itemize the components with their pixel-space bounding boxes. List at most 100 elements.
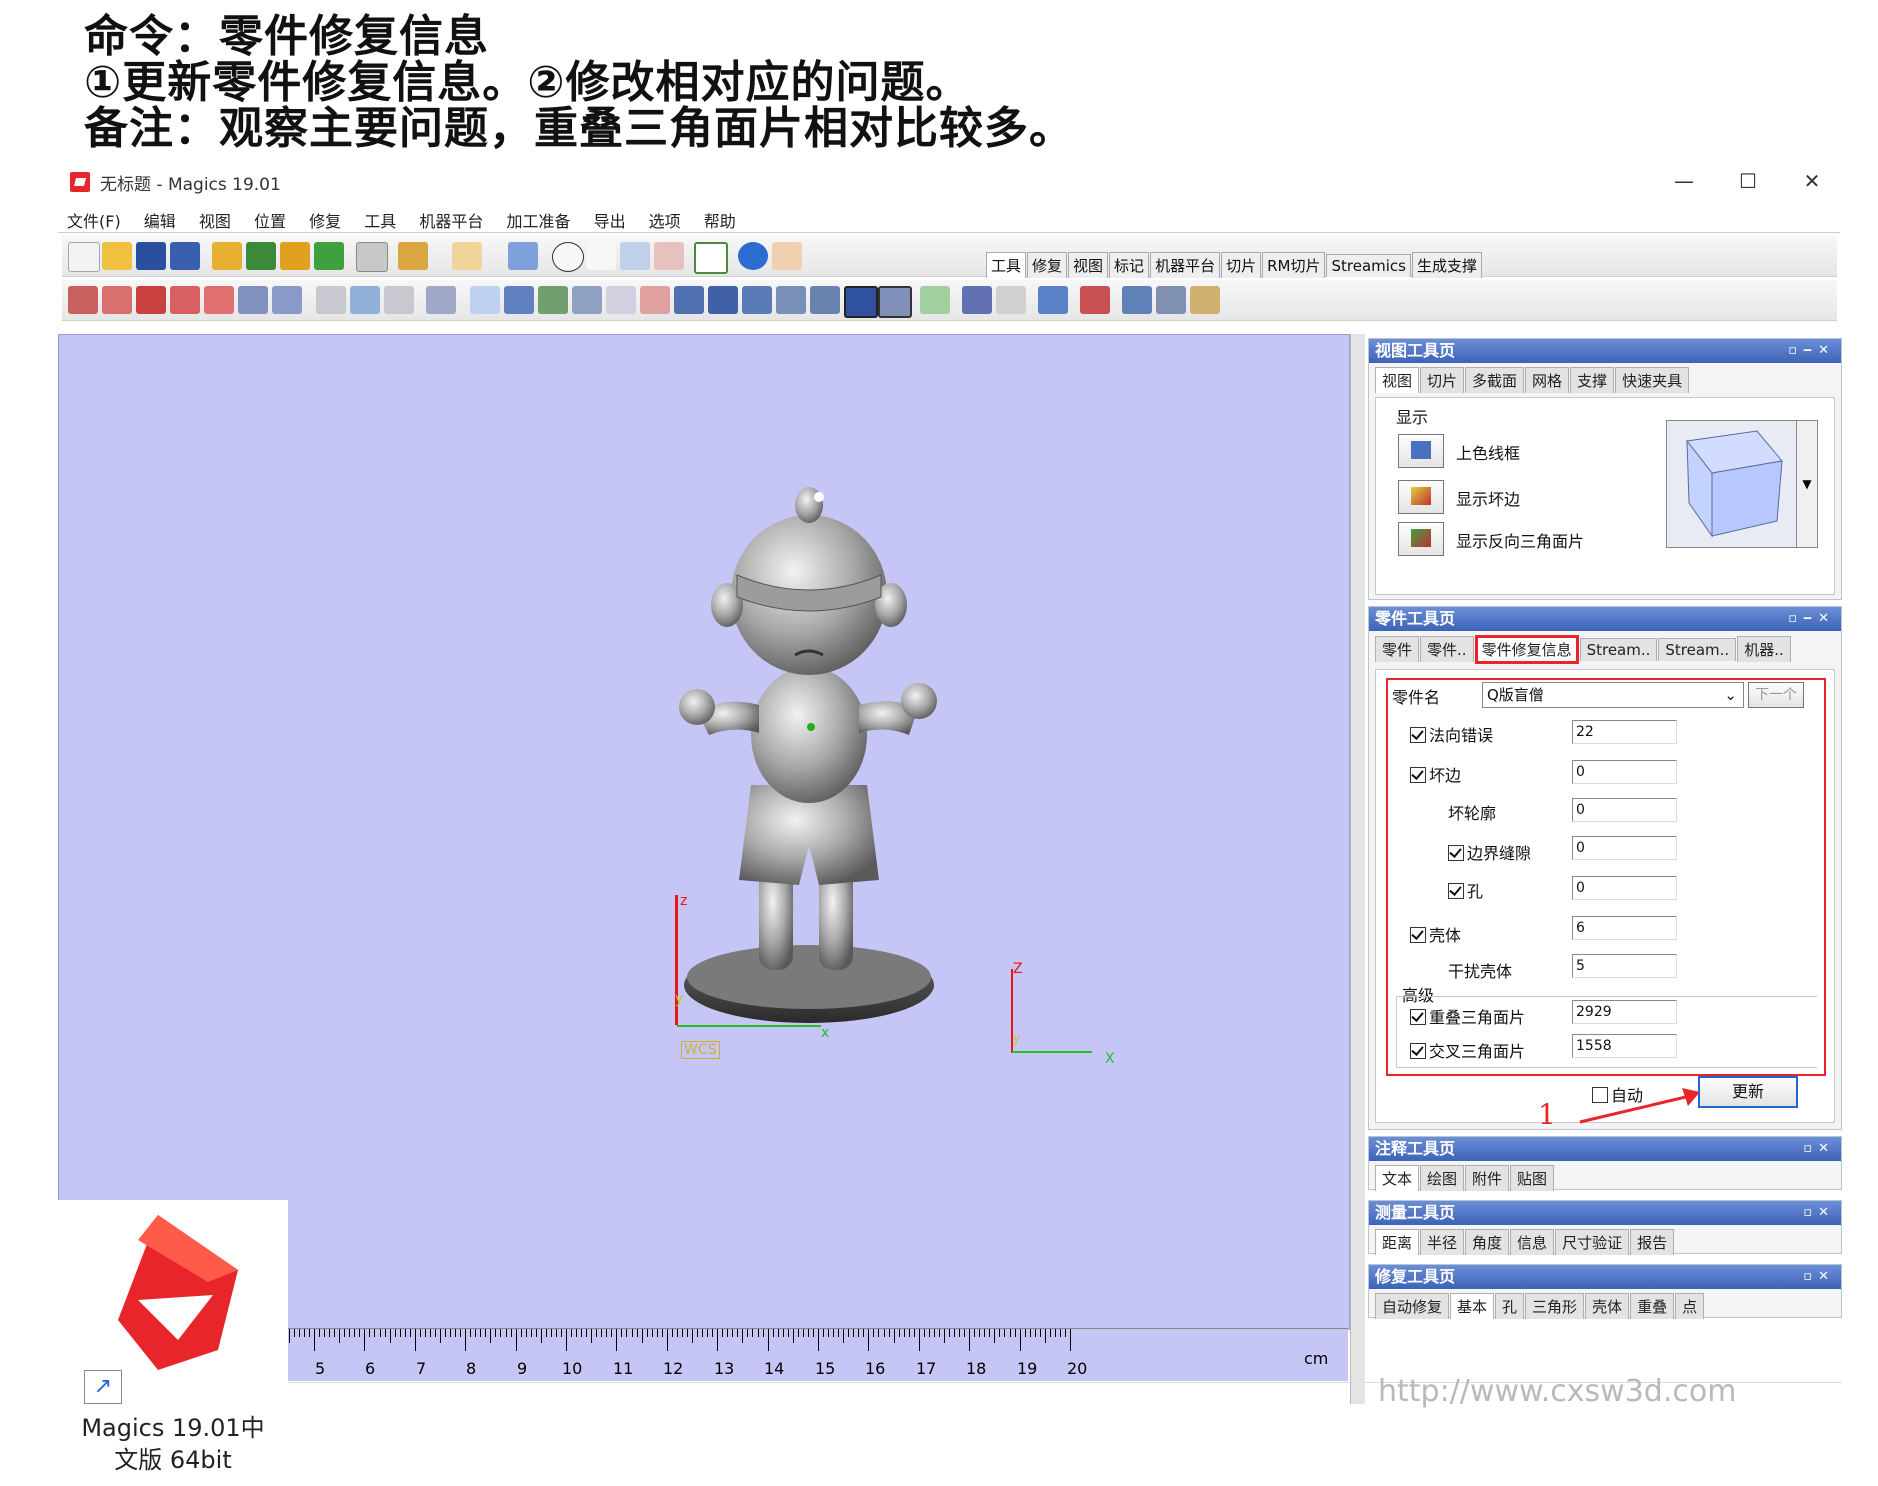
print-icon[interactable] (356, 242, 388, 272)
normal-errors-checkbox[interactable] (1410, 727, 1426, 743)
section-icon[interactable] (776, 286, 806, 314)
open-folder-icon[interactable] (102, 242, 132, 270)
ribbon-tab-tools[interactable]: 工具 (986, 252, 1027, 278)
array-icon[interactable] (272, 286, 302, 314)
mirror-icon[interactable] (204, 286, 234, 314)
tab-part-2[interactable]: 零件.. (1420, 636, 1474, 662)
minimize-button[interactable]: — (1662, 166, 1706, 196)
holes-row[interactable]: 孔 (1448, 878, 1483, 902)
tab-dimension-check[interactable]: 尺寸验证 (1555, 1229, 1630, 1255)
tab-triangles[interactable]: 三角形 (1525, 1293, 1585, 1319)
cube-top-icon[interactable] (742, 286, 772, 314)
magic-select-icon[interactable] (470, 286, 500, 314)
pan-icon[interactable] (586, 242, 616, 270)
ribbon-tab-support[interactable]: 生成支撑 (1411, 252, 1482, 278)
label-icon[interactable] (538, 286, 568, 314)
layers-icon[interactable] (1156, 286, 1186, 314)
tab-distance[interactable]: 距离 (1375, 1229, 1420, 1255)
ribbon-tab-view[interactable]: 视图 (1068, 252, 1109, 278)
move-icon[interactable] (102, 286, 132, 314)
holes-checkbox[interactable] (1448, 883, 1464, 899)
tab-info[interactable]: 信息 (1510, 1229, 1555, 1255)
mesh-compare-icon[interactable] (920, 286, 950, 314)
3d-viewport[interactable]: z x y WCS Z X y (58, 334, 1350, 1330)
menu-options[interactable]: 选项 (640, 202, 690, 232)
shaded-wireframe-button[interactable] (1398, 434, 1444, 468)
cube-front-icon[interactable] (674, 286, 704, 314)
paste-icon[interactable] (384, 286, 414, 314)
overlapping-triangles-checkbox[interactable] (1410, 1009, 1426, 1025)
tab-part[interactable]: 零件 (1375, 636, 1420, 662)
tab-slice[interactable]: 切片 (1420, 367, 1465, 393)
tab-quick-fixture[interactable]: 快速夹具 (1615, 367, 1690, 393)
scale-icon[interactable] (170, 286, 200, 314)
ribbon-tab-fix[interactable]: 修复 (1027, 252, 1068, 278)
ribbon-tab-mark[interactable]: 标记 (1109, 252, 1150, 278)
hollow-icon[interactable] (606, 286, 636, 314)
tab-auto-fix[interactable]: 自动修复 (1375, 1293, 1450, 1319)
update-button[interactable]: 更新 (1698, 1076, 1798, 1108)
panel-controls-icon[interactable]: ▫✕ (1803, 1201, 1835, 1225)
tab-streamics-1[interactable]: Stream.. (1579, 638, 1658, 661)
tab-support[interactable]: 支撑 (1570, 367, 1615, 393)
tab-points[interactable]: 点 (1675, 1293, 1705, 1319)
close-button[interactable]: ✕ (1790, 166, 1834, 196)
save-as-icon[interactable] (170, 242, 200, 270)
tab-streamics-2[interactable]: Stream.. (1658, 638, 1737, 661)
part-name-select[interactable]: Q版盲僧 ⌄ (1482, 682, 1744, 708)
rotate-view-icon[interactable] (552, 242, 584, 272)
border-gaps-checkbox[interactable] (1448, 845, 1464, 861)
menu-build-prep[interactable]: 加工准备 (497, 202, 579, 232)
text-part-icon[interactable] (504, 286, 534, 314)
save-part-as-icon[interactable] (280, 242, 310, 270)
bad-edges-checkbox[interactable] (1410, 767, 1426, 783)
undo-icon[interactable] (398, 242, 428, 270)
panel-controls-icon[interactable]: ▫‒✕ (1788, 607, 1835, 631)
unload-part-icon[interactable] (314, 242, 344, 270)
settings-icon[interactable] (1122, 286, 1152, 314)
intersecting-triangles-checkbox[interactable] (1410, 1043, 1426, 1059)
tab-radius[interactable]: 半径 (1420, 1229, 1465, 1255)
tab-overlap[interactable]: 重叠 (1630, 1293, 1675, 1319)
tab-view[interactable]: 视图 (1375, 367, 1420, 393)
menu-export[interactable]: 导出 (585, 202, 635, 232)
save-part-icon[interactable] (246, 242, 276, 270)
next-part-button[interactable]: 下一个 (1748, 682, 1804, 708)
plane-icon[interactable] (810, 286, 840, 314)
boolean-icon[interactable] (640, 286, 670, 314)
menu-view[interactable]: 视图 (190, 202, 240, 232)
redo-icon[interactable] (452, 242, 482, 270)
tab-machine[interactable]: 机器.. (1737, 636, 1791, 662)
part-model-figure[interactable] (659, 485, 959, 1045)
normal-errors-row[interactable]: 法向错误 (1410, 722, 1493, 746)
shells-row[interactable]: 壳体 (1410, 922, 1461, 946)
wireframe-view-icon[interactable] (878, 286, 912, 318)
panel-controls-icon[interactable]: ▫‒✕ (1788, 339, 1835, 363)
tab-angle[interactable]: 角度 (1465, 1229, 1510, 1255)
rotate-part-icon[interactable] (136, 286, 166, 314)
measure-icon[interactable] (962, 286, 992, 314)
shaded-view-icon[interactable] (844, 286, 878, 318)
show-inverted-triangles-button[interactable] (1398, 522, 1444, 556)
menu-tools[interactable]: 工具 (355, 202, 405, 232)
tab-part-fix-info[interactable]: 零件修复信息 (1474, 635, 1579, 664)
assistant-icon[interactable] (772, 242, 802, 270)
part-info-icon[interactable] (1038, 286, 1068, 314)
duplicate-icon[interactable] (238, 286, 268, 314)
tab-holes[interactable]: 孔 (1495, 1293, 1525, 1319)
maximize-button[interactable]: ☐ (1726, 166, 1770, 196)
menu-help[interactable]: 帮助 (695, 202, 745, 232)
overlapping-triangles-row[interactable]: 重叠三角面片 (1410, 1004, 1525, 1028)
tab-attachment[interactable]: 附件 (1465, 1165, 1510, 1191)
copy-icon[interactable] (350, 286, 380, 314)
new-file-icon[interactable] (68, 242, 100, 272)
tab-basic[interactable]: 基本 (1450, 1293, 1495, 1319)
shells-checkbox[interactable] (1410, 927, 1426, 943)
view-cube-preview[interactable] (1666, 420, 1798, 548)
zoom-window-icon[interactable] (654, 242, 684, 270)
zoom-icon[interactable] (620, 242, 650, 270)
tab-mesh[interactable]: 网格 (1525, 367, 1570, 393)
show-bad-edges-button[interactable] (1398, 480, 1444, 514)
tab-shells[interactable]: 壳体 (1585, 1293, 1630, 1319)
clipboard-icon[interactable] (1190, 286, 1220, 314)
